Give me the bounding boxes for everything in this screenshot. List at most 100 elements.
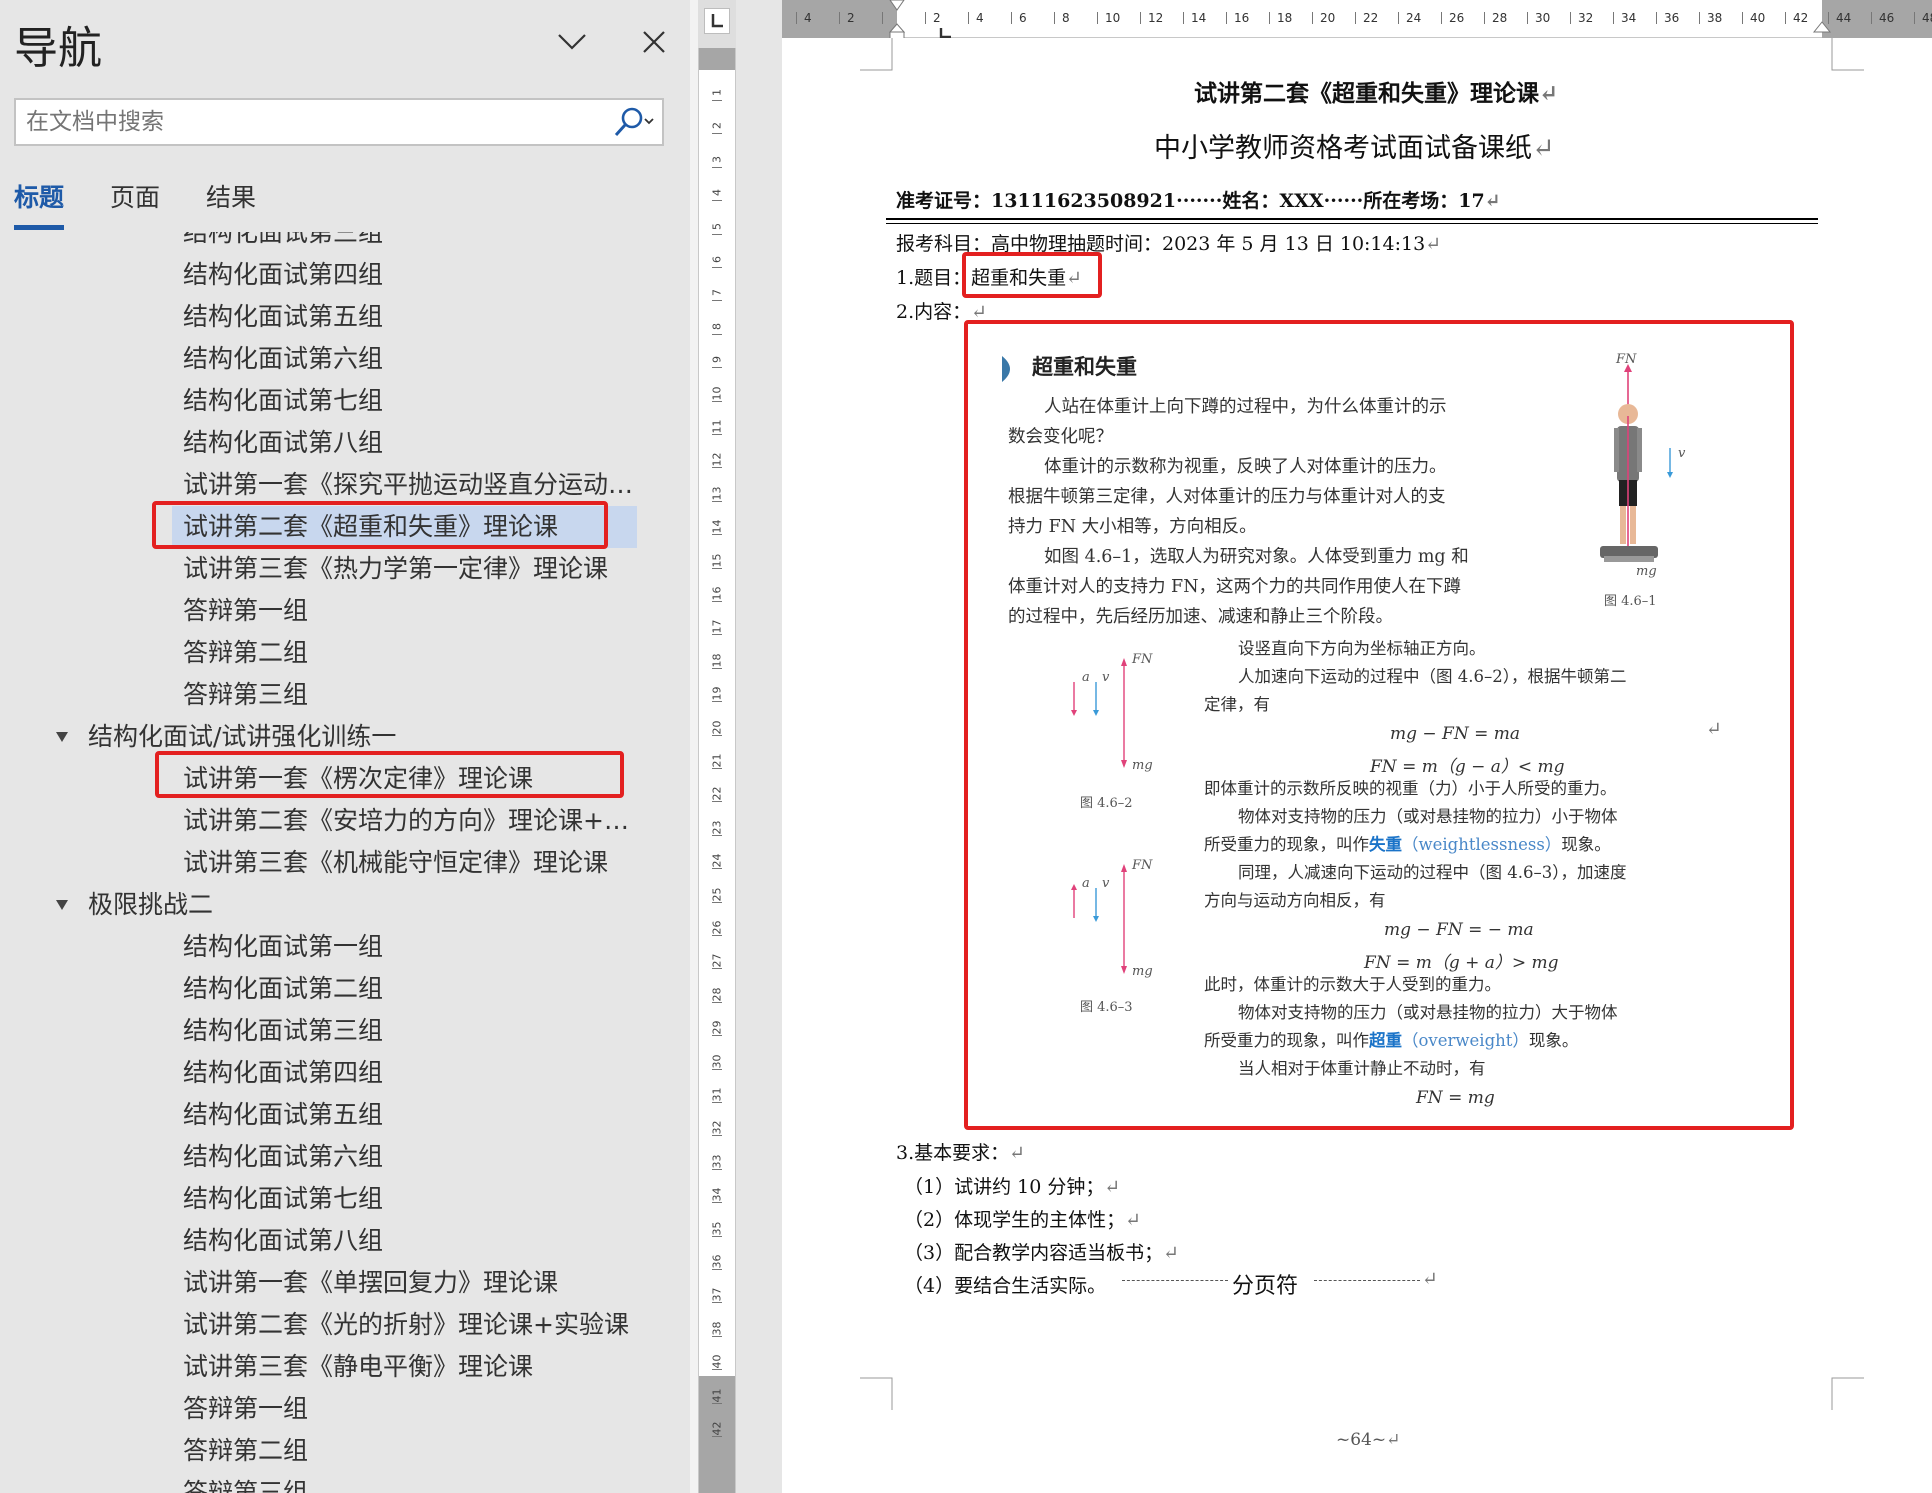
- ruler-number: 8: [710, 322, 724, 330]
- tree-item-label: 试讲第二套《光的折射》理论课+实验课: [183, 1310, 629, 1339]
- tree-heading-level-2[interactable]: 试讲第三套《热力学第一定律》理论课: [0, 548, 690, 590]
- ruler-tick: [1785, 12, 1786, 24]
- nav-close-button[interactable]: [632, 20, 676, 64]
- highlight-box: [152, 501, 608, 549]
- ruler-number: 30: [1535, 11, 1551, 25]
- ruler-tick: [1914, 12, 1915, 24]
- header-rule: [886, 218, 1818, 220]
- tree-heading-level-2[interactable]: 试讲第一套《探究平抛运动竖直分运动的...: [0, 464, 690, 506]
- nav-search-input[interactable]: [16, 109, 606, 135]
- ruler-number: 34: [710, 1187, 724, 1202]
- tree-heading-level-2[interactable]: 结构化面试第七组: [0, 380, 690, 422]
- page-number-text: ~64~: [1336, 1430, 1387, 1450]
- tab-headings[interactable]: 标题: [14, 178, 65, 232]
- ruler-number: 5: [710, 222, 724, 230]
- indent-marker-icon[interactable]: [882, 0, 912, 42]
- nav-options-button[interactable]: [550, 20, 594, 64]
- tab-pages[interactable]: 页面: [110, 178, 160, 232]
- tree-item-label: 结构化面试第五组: [183, 302, 384, 331]
- tree-item-label: 结构化面试/试讲强化训练一: [88, 722, 397, 751]
- horizontal-ruler[interactable]: 4 2 2 4 6 8 10 12 14 16 18 20 22 24 26 28 30 32 34 36 38 40 42…: [782, 0, 1932, 41]
- tree-heading-level-2[interactable]: 试讲第二套《光的折射》理论课+实验课: [0, 1304, 690, 1346]
- ruler-number: 24: [710, 853, 724, 868]
- tab-results[interactable]: 结果: [206, 178, 256, 232]
- tree-item-label: 答辩第三组: [183, 680, 309, 709]
- tree-heading-level-2[interactable]: 答辩第三组: [0, 674, 690, 716]
- nav-title: 导航: [14, 23, 102, 74]
- tree-heading-level-2[interactable]: 试讲第三套《机械能守恒定律》理论课: [0, 842, 690, 884]
- ruler-number: 28: [710, 987, 724, 1002]
- ruler-number: 26: [710, 920, 724, 935]
- tree-heading-level-2[interactable]: 结构化面试第一组: [0, 926, 690, 968]
- tree-heading-level-2[interactable]: 结构化面试第四组: [0, 254, 690, 296]
- tree-heading-level-2[interactable]: 结构化面试第三组: [0, 232, 690, 254]
- ruler-tick: [1871, 12, 1872, 24]
- tree-heading-level-2[interactable]: 答辩第二组: [0, 632, 690, 674]
- tree-heading-level-2[interactable]: 结构化面试第八组: [0, 1220, 690, 1262]
- tree-heading-level-1[interactable]: 极限挑战二: [0, 884, 690, 926]
- tree-heading-level-2[interactable]: 试讲第二套《安培力的方向》理论课+实...: [0, 800, 690, 842]
- nav-splitter[interactable]: [690, 0, 698, 1493]
- tree-item-label: 答辩第二组: [183, 638, 309, 667]
- tree-heading-level-2[interactable]: 结构化面试第四组: [0, 1052, 690, 1094]
- ruler-number: 13: [710, 486, 724, 501]
- doc-heading-1-text: 试讲第二套《超重和失重》理论课: [1194, 80, 1539, 107]
- ruler-number: 16: [1234, 11, 1250, 25]
- tree-item-label: 结构化面试第三组: [183, 1016, 384, 1045]
- tree-heading-level-2[interactable]: 试讲第一套《单摆回复力》理论课: [0, 1262, 690, 1304]
- doc-req-text: （2）体现学生的主体性；: [904, 1209, 1126, 1231]
- tree-item-label: 极限挑战二: [88, 890, 214, 919]
- tree-heading-level-2[interactable]: 结构化面试第六组: [0, 1136, 690, 1178]
- ruler-number: 11: [710, 419, 724, 434]
- document-page[interactable]: 试讲第二套《超重和失重》理论课↵ 中小学教师资格考试面试备课纸↵ 准考证号：13…: [782, 38, 1932, 1493]
- tree-heading-level-2[interactable]: 结构化面试第五组: [0, 1094, 690, 1136]
- ruler-number: 42: [1793, 11, 1809, 25]
- ruler-tick: [1269, 12, 1270, 24]
- ruler-tick: [925, 12, 926, 24]
- tree-heading-level-2[interactable]: 结构化面试第八组: [0, 422, 690, 464]
- tree-heading-level-2[interactable]: 结构化面试第三组: [0, 1010, 690, 1052]
- tree-item-label: 试讲第二套《安培力的方向》理论课+实...: [183, 806, 653, 835]
- ruler-number: 14: [710, 519, 724, 534]
- tree-item-label: 结构化面试第七组: [183, 386, 384, 415]
- ruler-number: 35: [710, 1221, 724, 1236]
- ruler-tick: [1398, 12, 1399, 24]
- tree-heading-level-2[interactable]: 结构化面试第六组: [0, 338, 690, 380]
- tree-item-label: 答辩第一组: [183, 596, 309, 625]
- ruler-tick: [1226, 12, 1227, 24]
- tree-item-label: 答辩第三组: [183, 1478, 309, 1493]
- tab-selector-button[interactable]: [704, 8, 730, 34]
- tree-heading-level-2[interactable]: 答辩第一组: [0, 590, 690, 632]
- ruler-number: 36: [710, 1254, 724, 1269]
- collapse-caret-icon[interactable]: [56, 900, 68, 910]
- tree-item-label: 答辩第一组: [183, 1394, 309, 1423]
- ruler-number: 6: [710, 256, 724, 263]
- ruler-number: 2: [847, 11, 855, 25]
- tree-heading-level-2[interactable]: 答辩第三组: [0, 1472, 690, 1493]
- ruler-number: 17: [710, 619, 724, 634]
- ruler-tick: [1828, 12, 1829, 24]
- ruler-number: 38: [1707, 11, 1723, 25]
- ruler-number: 9: [710, 356, 724, 364]
- tree-item-label: 结构化面试第四组: [183, 1058, 384, 1087]
- ruler-number: 10: [710, 386, 724, 401]
- ruler-number: 7: [710, 289, 724, 297]
- page-break-label: 分页符: [1232, 1274, 1299, 1299]
- tree-heading-level-2[interactable]: 结构化面试第七组: [0, 1178, 690, 1220]
- tree-heading-level-2[interactable]: 试讲第三套《静电平衡》理论课: [0, 1346, 690, 1388]
- left-tab-icon: [711, 14, 723, 28]
- right-indent-marker-icon[interactable]: [1811, 20, 1833, 38]
- paragraph-mark: ↵: [1532, 133, 1555, 164]
- tree-heading-level-2[interactable]: 答辩第二组: [0, 1430, 690, 1472]
- tree-heading-level-2[interactable]: 结构化面试第二组: [0, 968, 690, 1010]
- tree-heading-level-2[interactable]: 结构化面试第五组: [0, 296, 690, 338]
- ruler-tick: [1312, 12, 1313, 24]
- ruler-tick: [1011, 12, 1012, 24]
- ruler-number: 25: [710, 887, 724, 902]
- vertical-ruler[interactable]: 1 2 3 4 5 6 7 8 9 10 11 12 13 14 15 16 17 18 19 20 21 22 23 24 2…: [698, 48, 736, 1493]
- tree-item-label: 结构化面试第一组: [183, 932, 384, 961]
- collapse-caret-icon[interactable]: [56, 732, 68, 742]
- tree-heading-level-2[interactable]: 答辩第一组: [0, 1388, 690, 1430]
- nav-search-button[interactable]: [606, 100, 662, 144]
- tree-item-label: 结构化面试第八组: [183, 1226, 384, 1255]
